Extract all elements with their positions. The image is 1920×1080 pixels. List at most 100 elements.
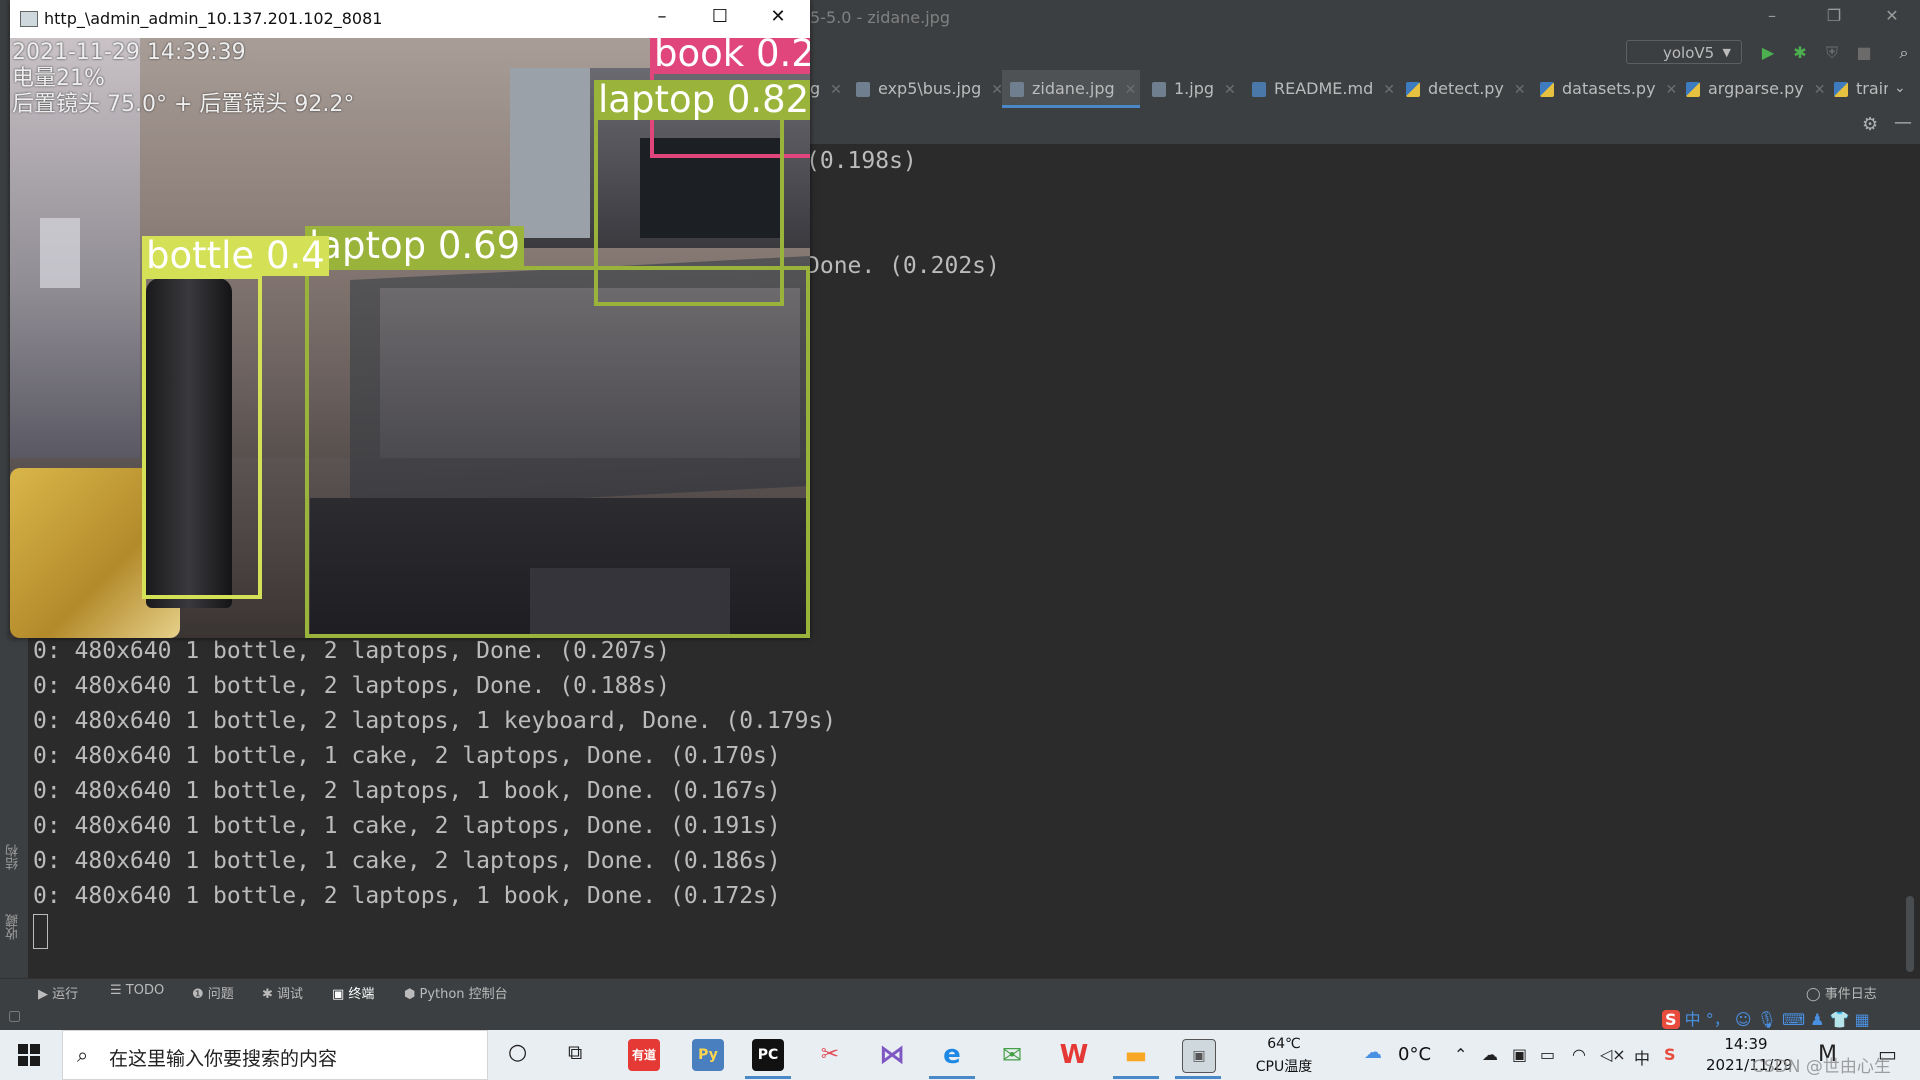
snipping-tool-icon[interactable]: ✂ xyxy=(814,1039,846,1071)
search-icon[interactable]: ⌕ xyxy=(1894,43,1914,63)
terminal-line: 0: 480x640 1 bottle, 1 cake, 2 laptops, … xyxy=(33,848,781,874)
debug-icon[interactable]: ✱ xyxy=(1790,43,1810,63)
terminal-line: (0.198s) xyxy=(806,148,917,174)
run-config-dropdown[interactable]: yoloV5 ▼ xyxy=(1626,40,1742,64)
hide-panel-icon[interactable]: — xyxy=(1894,112,1912,133)
terminal-line: 0: 480x640 1 bottle, 2 laptops, Done. (0… xyxy=(33,638,670,664)
close-icon[interactable]: ✕ xyxy=(1383,82,1395,98)
wifi-icon[interactable]: ◠ xyxy=(1572,1045,1586,1064)
sogou-tray-icon[interactable]: S xyxy=(1664,1045,1676,1064)
ide-minimize-button[interactable]: – xyxy=(1752,6,1792,25)
file-explorer-icon[interactable]: ▬ xyxy=(1120,1039,1152,1071)
volume-icon[interactable]: ◁× xyxy=(1600,1045,1626,1064)
opencv-window-icon[interactable]: ▣ xyxy=(1182,1039,1216,1073)
run-icon[interactable]: ▶ xyxy=(1758,43,1778,63)
cv-window-title: http_\admin_admin_10.137.201.102_8081 xyxy=(44,9,383,28)
terminal-line: 0: 480x640 1 bottle, 2 laptops, 1 keyboa… xyxy=(33,708,837,734)
tab-bus-jpg[interactable]: exp5\bus.jpg ✕ xyxy=(848,70,1003,108)
tab-readme-md[interactable]: README.md ✕ xyxy=(1244,70,1395,108)
ime-toolbar[interactable]: S 中 °， ☺ 🎙 ⌨ ♟ 👕 ▦ xyxy=(1662,1006,1870,1030)
wechat-icon[interactable]: ✉ xyxy=(996,1039,1028,1071)
tab-argparse-py[interactable]: argparse.py ✕ xyxy=(1678,70,1825,108)
stop-icon[interactable]: ■ xyxy=(1854,43,1874,63)
windows-start-icon[interactable] xyxy=(18,1044,40,1066)
todo-tab[interactable]: ☰ TODO xyxy=(110,983,164,998)
terminal-scrollbar[interactable] xyxy=(1906,896,1914,972)
close-icon[interactable]: ✕ xyxy=(830,82,842,98)
debug-tab[interactable]: ✱ 调试 xyxy=(262,983,303,1002)
detection-frame: book 0.2 laptop 0.82 laptop 0.69 bottle … xyxy=(10,38,810,638)
close-icon[interactable]: ✕ xyxy=(1514,82,1526,98)
cv-close-button[interactable]: ✕ xyxy=(758,6,798,27)
layout-icon[interactable]: ▢ xyxy=(8,1008,21,1024)
terminal-line: 0: 480x640 1 bottle, 2 laptops, 1 book, … xyxy=(33,778,781,804)
explorer-active-indicator xyxy=(1113,1076,1159,1079)
ide-restore-button[interactable]: ❐ xyxy=(1814,6,1854,25)
taskbar-search-input[interactable]: ⌕ 在这里输入你要搜索的内容 xyxy=(62,1030,488,1080)
run-tab[interactable]: ▶ 运行 xyxy=(38,983,78,1002)
python-file-icon xyxy=(1540,82,1554,97)
tab-train-py[interactable]: train xyxy=(1826,70,1888,108)
cpu-temp-value: 64℃ xyxy=(1267,1036,1301,1052)
close-icon[interactable]: ✕ xyxy=(1666,82,1678,98)
run-config-label: yoloV5 xyxy=(1663,44,1715,62)
terminal-line: 0: 480x640 1 bottle, 2 laptops, Done. (0… xyxy=(33,673,670,699)
terminal-line: 0: 480x640 1 bottle, 2 laptops, 1 book, … xyxy=(33,883,781,909)
weather-icon[interactable]: ☁ xyxy=(1364,1042,1382,1063)
tab-partial[interactable]: g ✕ xyxy=(810,70,842,108)
opencv-active-indicator xyxy=(1175,1076,1221,1079)
terminal-line: 0: 480x640 1 bottle, 1 cake, 2 laptops, … xyxy=(33,813,781,839)
cpu-temp-label: CPU温度 xyxy=(1255,1059,1313,1075)
image-file-icon xyxy=(856,82,870,97)
tab-zidane-jpg[interactable]: zidane.jpg ✕ xyxy=(1002,70,1140,108)
chevron-down-icon[interactable]: ⌄ xyxy=(1894,80,1906,96)
battery-icon[interactable]: ▭ xyxy=(1540,1045,1555,1064)
task-view-icon[interactable]: ⧉ xyxy=(568,1040,582,1064)
onedrive-icon[interactable]: ☁ xyxy=(1482,1045,1498,1064)
ide-close-button[interactable]: ✕ xyxy=(1872,6,1912,25)
ime-mode-icon[interactable]: 中 xyxy=(1634,1045,1650,1069)
bbox-label-bottle: bottle 0.4 xyxy=(142,236,329,276)
chevron-up-icon[interactable]: ⌃ xyxy=(1454,1045,1467,1064)
close-icon[interactable]: ✕ xyxy=(1224,82,1236,98)
tab-detect-py[interactable]: detect.py ✕ xyxy=(1398,70,1526,108)
weather-temp: 0°C xyxy=(1398,1044,1432,1065)
python-icon[interactable]: Py xyxy=(692,1039,724,1071)
ide-status-bar: ▢ S 中 °， ☺ 🎙 ⌨ ♟ 👕 ▦ xyxy=(0,1006,1920,1030)
close-icon[interactable]: ✕ xyxy=(1125,82,1137,98)
frame-battery: 电量21% xyxy=(12,66,105,91)
visual-studio-icon[interactable]: ⋈ xyxy=(876,1039,908,1071)
favorites-tab[interactable]: 收藏 xyxy=(4,914,23,940)
chevron-down-icon: ▼ xyxy=(1722,46,1731,59)
close-icon[interactable]: ✕ xyxy=(1814,82,1826,98)
cv-minimize-button[interactable]: – xyxy=(642,6,682,27)
tab-datasets-py[interactable]: datasets.py ✕ xyxy=(1532,70,1677,108)
event-log-tab[interactable]: ◯ 事件日志 xyxy=(1806,983,1877,1002)
python-file-icon xyxy=(1406,82,1420,97)
edge-icon[interactable]: e xyxy=(936,1039,968,1071)
opencv-preview-window[interactable]: http_\admin_admin_10.137.201.102_8081 – … xyxy=(10,0,810,638)
csdn-watermark: CSDN @世由心生 xyxy=(1752,1057,1891,1077)
python-console-tab[interactable]: ⬢ Python 控制台 xyxy=(404,983,508,1002)
problems-tab[interactable]: ❶ 问题 xyxy=(192,983,234,1002)
tab-1-jpg[interactable]: 1.jpg ✕ xyxy=(1144,70,1236,108)
structure-tab[interactable]: 结构 xyxy=(4,844,23,870)
ide-window-title: 5-5.0 - zidane.jpg xyxy=(810,8,950,27)
search-icon: ⌕ xyxy=(77,1043,89,1067)
bbox-label-laptop-back: laptop 0.82 xyxy=(594,80,810,120)
bottom-tool-bar: ▶ 运行 ☰ TODO ❶ 问题 ✱ 调试 ▣ 终端 ⬢ Python 控制台 … xyxy=(0,978,1920,1007)
cortana-icon[interactable]: ○ xyxy=(508,1040,527,1065)
edge-active-indicator xyxy=(929,1076,975,1079)
terminal-tab[interactable]: ▣ 终端 xyxy=(332,983,374,1002)
pycharm-icon[interactable]: PC xyxy=(752,1039,784,1071)
bbox-laptop-front xyxy=(305,266,810,638)
bbox-bottle xyxy=(142,275,262,599)
windows-taskbar: ⌕ 在这里输入你要搜索的内容 ○ ⧉ 有道 Py PC ✂ ⋈ e ✉ W ▬ … xyxy=(0,1030,1920,1080)
wps-icon[interactable]: W xyxy=(1058,1039,1090,1071)
app-tray-icon[interactable]: ▣ xyxy=(1512,1045,1527,1064)
cv-maximize-button[interactable]: ☐ xyxy=(700,6,740,27)
youdao-icon[interactable]: 有道 xyxy=(628,1039,660,1071)
coverage-icon[interactable]: ⛨ xyxy=(1822,43,1842,63)
cv-title-bar[interactable]: http_\admin_admin_10.137.201.102_8081 – … xyxy=(10,0,810,38)
gear-icon[interactable]: ⚙ xyxy=(1862,114,1878,135)
